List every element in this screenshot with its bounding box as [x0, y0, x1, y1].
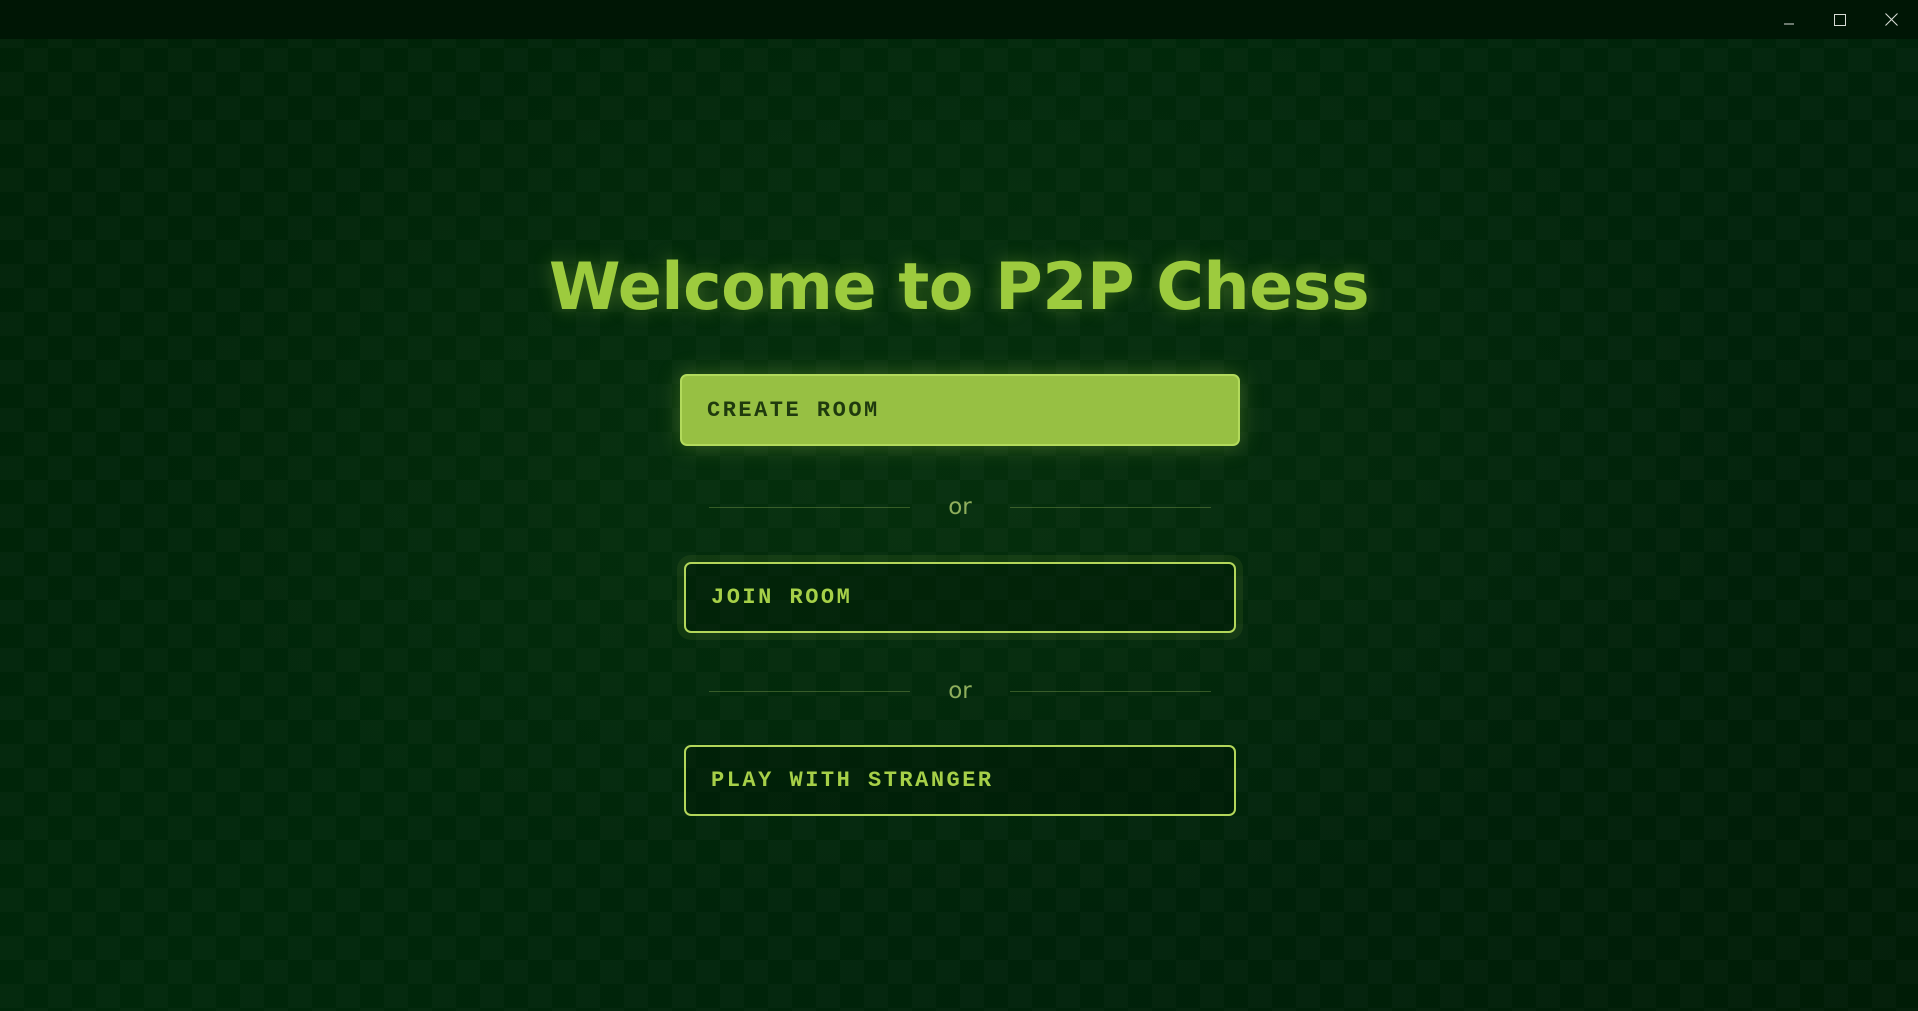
divider-text: or — [948, 494, 972, 520]
minimize-button[interactable] — [1764, 0, 1814, 39]
divider-text: or — [948, 678, 972, 704]
play-with-stranger-label: PLAY WITH STRANGER — [711, 768, 994, 793]
join-room-button[interactable]: JOIN ROOM — [684, 562, 1236, 633]
play-with-stranger-button[interactable]: PLAY WITH STRANGER — [684, 745, 1236, 816]
title-bar — [0, 0, 1918, 39]
divider-line-left — [709, 691, 910, 692]
app-window: Welcome to P2P Chess CREATE ROOM or JOIN… — [0, 0, 1918, 1011]
create-room-label: CREATE ROOM — [707, 397, 880, 423]
close-button[interactable] — [1866, 0, 1916, 39]
create-room-button[interactable]: CREATE ROOM — [680, 374, 1240, 446]
page-title: Welcome to P2P Chess — [548, 250, 1370, 325]
maximize-icon — [1834, 13, 1846, 26]
divider-line-left — [709, 507, 910, 508]
or-divider: or — [709, 487, 1211, 527]
divider-line-right — [1010, 507, 1211, 508]
join-room-label: JOIN ROOM — [711, 585, 853, 610]
close-icon — [1884, 13, 1898, 26]
divider-line-right — [1010, 691, 1211, 692]
maximize-button[interactable] — [1815, 0, 1865, 39]
minimize-icon — [1783, 14, 1795, 26]
or-divider: or — [709, 671, 1211, 711]
